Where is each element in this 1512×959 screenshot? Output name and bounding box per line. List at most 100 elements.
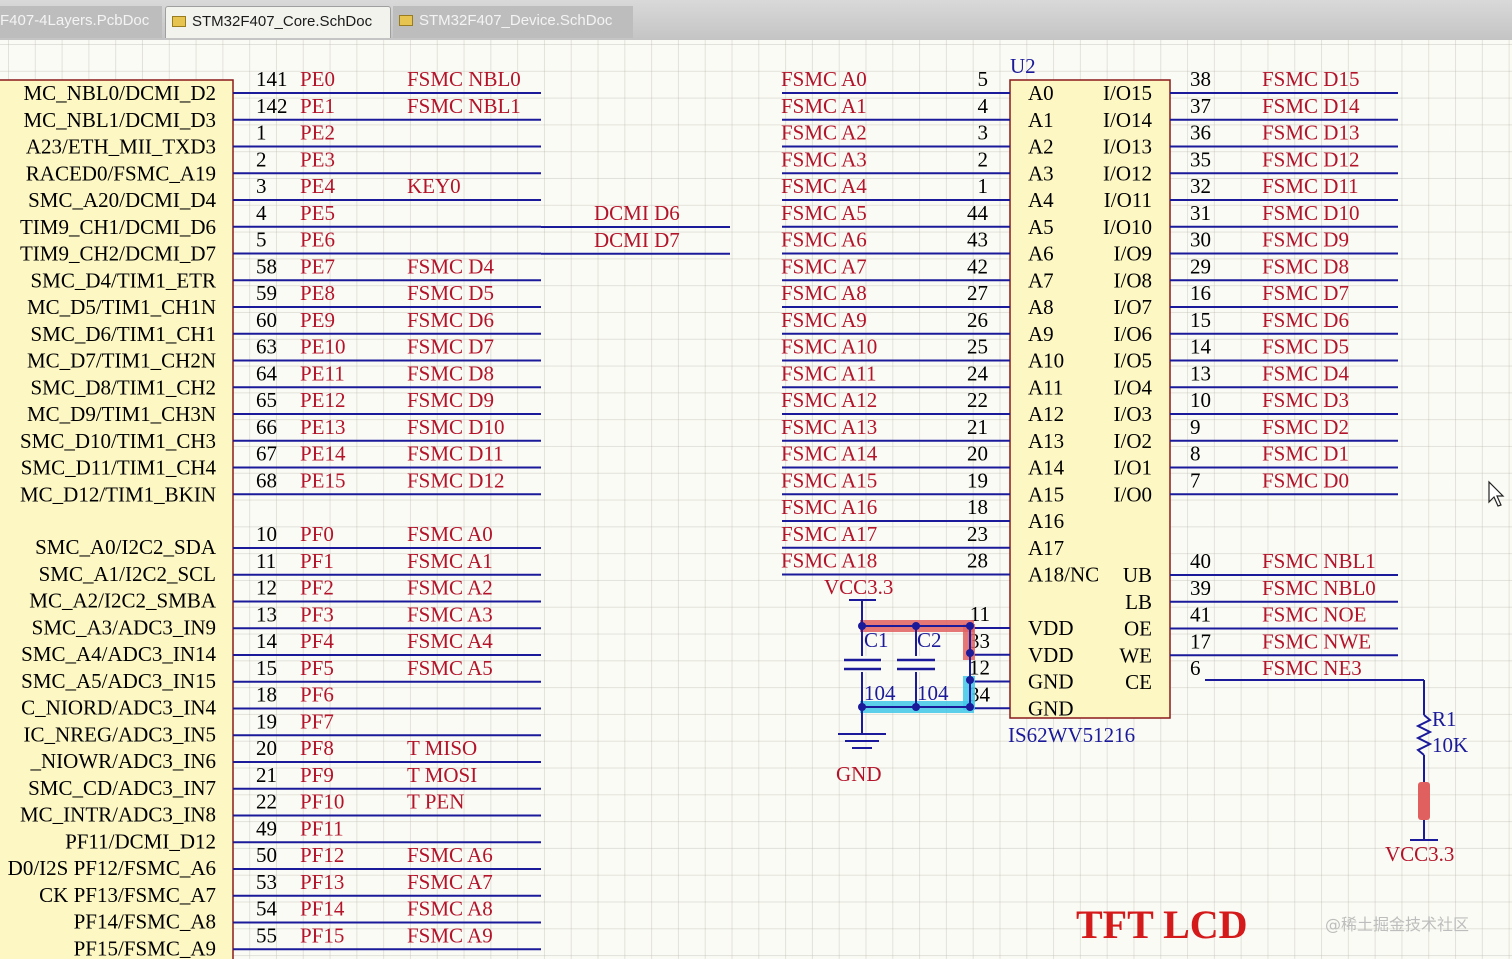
mcu-port-pin-label[interactable]: PF0 [300, 522, 334, 546]
data-net-label[interactable]: FSMC D14 [1262, 94, 1360, 118]
address-net-label[interactable]: FSMC A11 [781, 361, 877, 385]
net-label[interactable]: FSMC D4 [407, 254, 494, 278]
mcu-port-pin-label[interactable]: PF13 [300, 870, 344, 894]
address-net-label[interactable]: FSMC A7 [781, 254, 867, 278]
c1-designator[interactable]: C1 [864, 628, 889, 652]
data-net-label[interactable]: FSMC D10 [1262, 201, 1359, 225]
mcu-port-pin-label[interactable]: PE7 [300, 254, 335, 278]
mcu-port-pin-label[interactable]: PF3 [300, 602, 334, 626]
mcu-port-pin-label[interactable]: PE5 [300, 201, 335, 225]
address-net-label[interactable]: FSMC A14 [781, 442, 878, 466]
net-label[interactable]: FSMC D11 [407, 442, 504, 466]
u2-part-number[interactable]: IS62WV51216 [1008, 723, 1135, 747]
mcu-port-pin-label[interactable]: PF1 [300, 549, 334, 573]
address-net-label[interactable]: FSMC A2 [781, 121, 867, 145]
net-label[interactable]: FSMC NBL1 [407, 94, 521, 118]
tab-pcb-doc[interactable]: F407-4Layers.PcbDoc [0, 6, 162, 38]
r1-value[interactable]: 10K [1432, 733, 1468, 757]
data-net-label[interactable]: FSMC D13 [1262, 121, 1359, 145]
mcu-port-pin-label[interactable]: PE11 [300, 361, 345, 385]
data-net-label[interactable]: FSMC D5 [1262, 335, 1349, 359]
mcu-port-pin-label[interactable]: PF4 [300, 629, 334, 653]
net-label[interactable]: FSMC D9 [407, 388, 494, 412]
schematic-canvas[interactable]: MC_NBL0/DCMI_D2 MC_NBL1/DCMI_D3 A23/ETH_MI… [0, 40, 1512, 959]
address-net-label[interactable]: FSMC A15 [781, 468, 877, 492]
address-net-label[interactable]: FSMC A3 [781, 147, 867, 171]
mcu-port-pin-label[interactable]: PF10 [300, 790, 344, 814]
mcu-port-pin-label[interactable]: PE8 [300, 281, 335, 305]
u2-designator[interactable]: U2 [1010, 54, 1036, 78]
net-label[interactable]: FSMC D8 [407, 361, 494, 385]
address-net-label[interactable]: FSMC A4 [781, 174, 867, 198]
data-net-label[interactable]: FSMC D0 [1262, 468, 1349, 492]
net-label[interactable]: FSMC NBL0 [407, 67, 521, 91]
address-net-label[interactable]: FSMC A12 [781, 388, 877, 412]
net-label[interactable]: FSMC D6 [407, 308, 494, 332]
mcu-port-pin-label[interactable]: PE0 [300, 67, 335, 91]
mcu-port-pin-label[interactable]: PF5 [300, 656, 334, 680]
data-net-label[interactable]: FSMC D4 [1262, 361, 1349, 385]
control-net-label[interactable]: FSMC NE3 [1262, 656, 1362, 680]
address-net-label[interactable]: FSMC A16 [781, 495, 877, 519]
address-net-label[interactable]: FSMC A8 [781, 281, 867, 305]
data-net-label[interactable]: FSMC D2 [1262, 415, 1349, 439]
r1-vcc-label[interactable]: VCC3.3 [1385, 842, 1454, 866]
net-label[interactable]: FSMC A3 [407, 602, 493, 626]
tab-core-schdoc[interactable]: STM32F407_Core.SchDoc [165, 6, 391, 38]
data-net-label[interactable]: FSMC D9 [1262, 228, 1349, 252]
mcu-port-pin-label[interactable]: PF15 [300, 923, 344, 947]
data-net-label[interactable]: FSMC D12 [1262, 147, 1359, 171]
net-label[interactable]: FSMC A6 [407, 843, 493, 867]
gnd-label[interactable]: GND [836, 762, 882, 786]
mcu-port-pin-label[interactable]: PE2 [300, 121, 335, 145]
mcu-port-pin-label[interactable]: PF2 [300, 576, 334, 600]
c2-value[interactable]: 104 [917, 681, 949, 705]
mcu-port-pin-label[interactable]: PE12 [300, 388, 346, 412]
vcc-label[interactable]: VCC3.3 [824, 575, 893, 599]
mcu-port-pin-label[interactable]: PE9 [300, 308, 335, 332]
net-label[interactable]: FSMC D7 [407, 335, 494, 359]
c2-designator[interactable]: C2 [917, 628, 942, 652]
r1-resistor-symbol[interactable] [1415, 714, 1433, 756]
data-net-label[interactable]: FSMC D7 [1262, 281, 1349, 305]
address-net-label[interactable]: FSMC A1 [781, 94, 867, 118]
net-label[interactable]: FSMC A2 [407, 576, 493, 600]
dcmi-net-label[interactable]: DCMI D7 [594, 228, 680, 252]
mcu-port-pin-label[interactable]: PF12 [300, 843, 344, 867]
control-net-label[interactable]: FSMC NOE [1262, 603, 1366, 627]
net-label[interactable]: T MISO [407, 736, 477, 760]
address-net-label[interactable]: FSMC A13 [781, 415, 877, 439]
mcu-port-pin-label[interactable]: PF11 [300, 816, 344, 840]
c1-value[interactable]: 104 [864, 681, 896, 705]
control-net-label[interactable]: FSMC NBL0 [1262, 576, 1376, 600]
address-net-label[interactable]: FSMC A6 [781, 228, 867, 252]
address-net-label[interactable]: FSMC A17 [781, 522, 877, 546]
mcu-port-pin-label[interactable]: PF8 [300, 736, 334, 760]
mcu-port-pin-label[interactable]: PE6 [300, 228, 335, 252]
mcu-port-pin-label[interactable]: PE15 [300, 468, 346, 492]
net-label[interactable]: FSMC A8 [407, 897, 493, 921]
mcu-port-pin-label[interactable]: PE4 [300, 174, 336, 198]
data-net-label[interactable]: FSMC D8 [1262, 254, 1349, 278]
mcu-port-pin-label[interactable]: PE1 [300, 94, 335, 118]
net-label[interactable]: FSMC D5 [407, 281, 494, 305]
dcmi-net-label[interactable]: DCMI D6 [594, 201, 680, 225]
address-net-label[interactable]: FSMC A18 [781, 549, 877, 573]
data-net-label[interactable]: FSMC D15 [1262, 67, 1359, 91]
net-label[interactable]: FSMC A4 [407, 629, 493, 653]
mcu-port-pin-label[interactable]: PF6 [300, 683, 334, 707]
net-label[interactable]: FSMC A9 [407, 923, 493, 947]
data-net-label[interactable]: FSMC D6 [1262, 308, 1349, 332]
mcu-port-pin-label[interactable]: PF14 [300, 897, 345, 921]
data-net-label[interactable]: FSMC D3 [1262, 388, 1349, 412]
net-label[interactable]: FSMC D12 [407, 468, 504, 492]
address-net-label[interactable]: FSMC A5 [781, 201, 867, 225]
mcu-port-pin-label[interactable]: PE14 [300, 442, 346, 466]
mcu-port-pin-label[interactable]: PF9 [300, 763, 334, 787]
address-net-label[interactable]: FSMC A0 [781, 67, 867, 91]
net-label[interactable]: KEY0 [407, 174, 461, 198]
mcu-port-pin-label[interactable]: PE13 [300, 415, 346, 439]
net-label[interactable]: FSMC A7 [407, 870, 493, 894]
sheet-title[interactable]: TFT LCD [1076, 902, 1248, 947]
mcu-port-pin-label[interactable]: PE10 [300, 335, 346, 359]
